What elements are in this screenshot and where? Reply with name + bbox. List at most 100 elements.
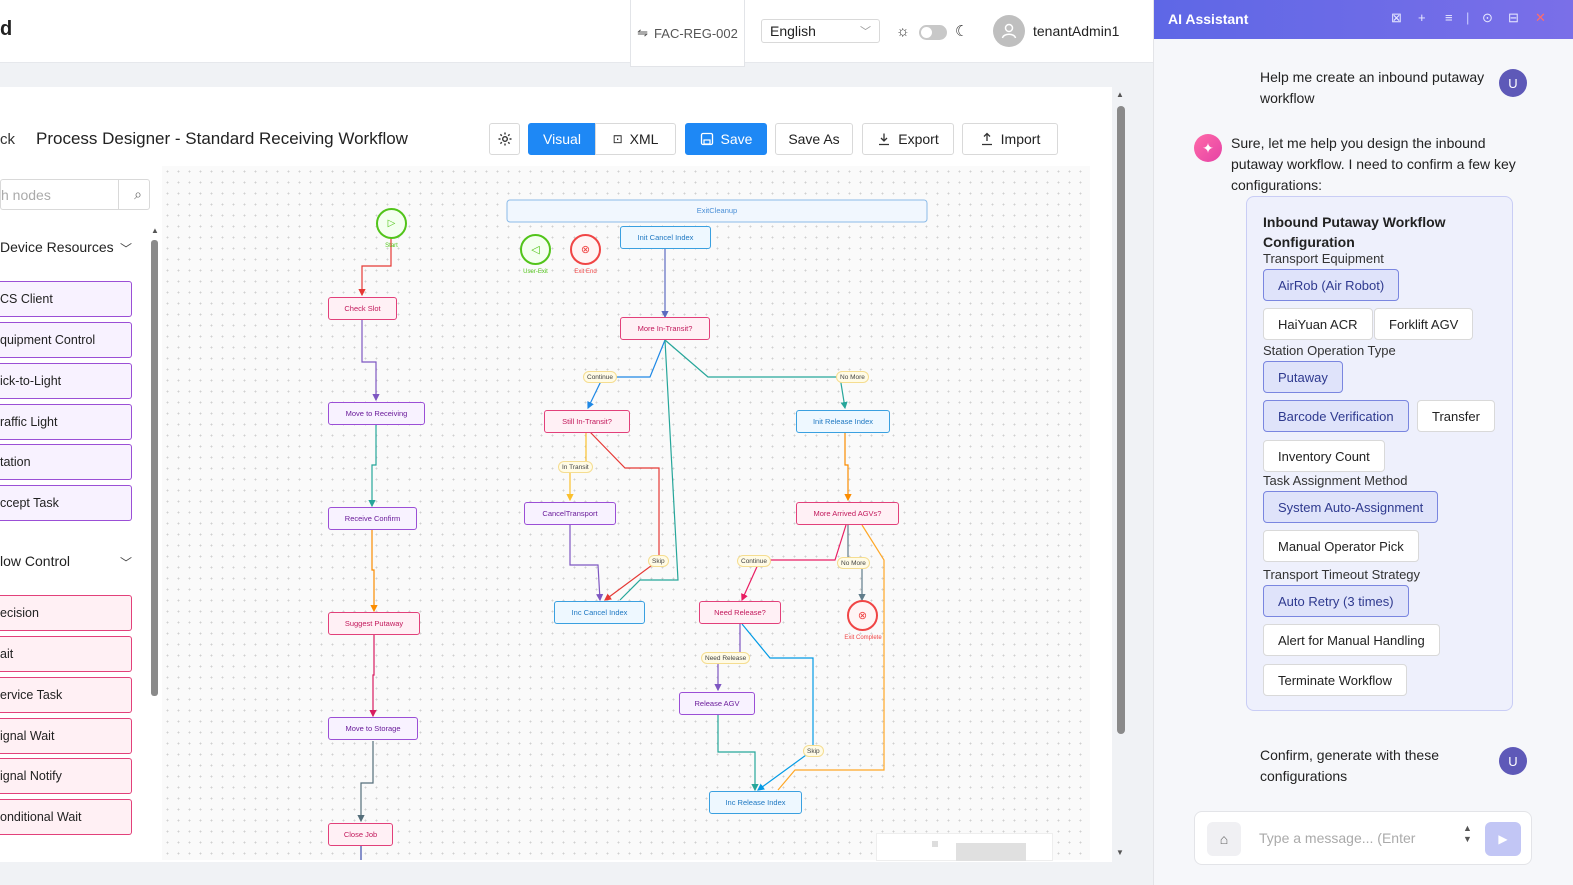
search-placeholder: h nodes — [1, 187, 51, 203]
flow-node[interactable]: Inc Cancel Index — [554, 601, 645, 624]
send-button[interactable]: ▶ — [1485, 822, 1521, 856]
facility-selector[interactable]: ⇋ FAC-REG-002 — [630, 0, 745, 67]
menu-icon[interactable]: ≡ — [1445, 10, 1453, 25]
download-icon — [879, 133, 890, 146]
flow-node[interactable]: More In-Transit? — [620, 317, 710, 340]
section-device-resources[interactable]: Device Resources — [0, 239, 114, 255]
palette-scrollbar[interactable]: ▲ — [150, 226, 159, 856]
start-node-label: Start — [385, 243, 398, 249]
send-icon: ▶ — [1498, 832, 1508, 846]
edge-label: No More — [837, 557, 870, 569]
flow-node[interactable]: Move to Storage — [328, 717, 418, 740]
flow-node[interactable]: Init Cancel Index — [620, 226, 711, 249]
flow-canvas[interactable] — [162, 166, 1090, 860]
resize-stepper[interactable]: ▲ ▼ — [1463, 823, 1472, 845]
user-message: Help me create an inbound putaway workfl… — [1260, 69, 1485, 106]
palette-item[interactable]: ecision — [0, 595, 132, 631]
palette-item[interactable]: ignal Wait — [0, 718, 132, 754]
save-button[interactable]: Save — [685, 123, 767, 155]
flow-node[interactable]: Release AGV — [679, 692, 755, 715]
back-button[interactable]: ck — [0, 131, 15, 148]
save-as-label: Save As — [788, 131, 840, 147]
exit-complete-node[interactable]: ⊗ — [847, 600, 878, 631]
start-node[interactable]: ▷ — [376, 208, 407, 239]
section-flow-control[interactable]: low Control — [0, 553, 70, 569]
palette-item[interactable]: CS Client — [0, 281, 132, 317]
minimap[interactable] — [876, 833, 1053, 861]
flow-node[interactable]: Still In-Transit? — [544, 410, 630, 433]
palette-item[interactable]: ccept Task — [0, 485, 132, 521]
option-putaway[interactable]: Putaway — [1263, 361, 1343, 393]
palette-item[interactable]: ick-to-Light — [0, 363, 132, 399]
flow-node[interactable]: Check Slot — [328, 297, 397, 320]
facility-code: FAC-REG-002 — [654, 25, 738, 41]
switch-icon: ⇋ — [637, 25, 649, 40]
pin-icon[interactable]: ⊙ — [1482, 10, 1493, 26]
language-select[interactable]: English ﹀ — [761, 19, 880, 43]
close-circle-icon: ⊗ — [857, 610, 868, 622]
palette-item[interactable]: ait — [0, 636, 132, 672]
group-label: Transport Timeout Strategy — [1263, 567, 1421, 582]
flow-node[interactable]: Close Job — [328, 823, 393, 846]
palette-item[interactable]: quipment Control — [0, 322, 132, 358]
attach-button[interactable]: ⌂ — [1207, 822, 1241, 856]
chevron-down-icon[interactable]: ﹀ — [120, 240, 132, 257]
user-avatar[interactable] — [993, 15, 1025, 47]
flow-node[interactable]: Need Release? — [699, 601, 781, 624]
message-input[interactable]: Type a message... (Enter — [1259, 830, 1454, 850]
option-haiyuan[interactable]: HaiYuan ACR — [1263, 308, 1373, 340]
option-forklift[interactable]: Forklift AGV — [1374, 308, 1474, 340]
option-airrob[interactable]: AirRob (Air Robot) — [1263, 269, 1400, 301]
palette-item[interactable]: ervice Task — [0, 677, 132, 713]
option-transfer[interactable]: Transfer — [1417, 400, 1495, 432]
palette-item[interactable]: raffic Light — [0, 404, 132, 440]
message-composer: ⌂ Type a message... (Enter ▲ ▼ ▶ — [1194, 811, 1532, 865]
exit-cleanup-label: ExitCleanup — [696, 206, 738, 215]
flow-node[interactable]: Init Release Index — [796, 410, 890, 433]
microphone-icon: ⌂ — [1219, 831, 1229, 847]
flow-node[interactable]: More Arrived AGVs? — [796, 502, 899, 525]
palette-item[interactable]: tation — [0, 444, 132, 480]
option-auto-assign[interactable]: System Auto-Assignment — [1263, 491, 1439, 523]
settings-button[interactable] — [489, 123, 520, 155]
node-search-input[interactable]: h nodes ⌕ — [0, 179, 150, 210]
save-icon — [700, 132, 713, 146]
edge-label: Continue — [583, 371, 618, 383]
gear-icon — [498, 132, 511, 146]
flow-node[interactable]: Inc Release Index — [709, 791, 802, 814]
option-alert[interactable]: Alert for Manual Handling — [1263, 624, 1440, 656]
minimize-icon[interactable]: ⊠ — [1391, 10, 1402, 26]
option-terminate[interactable]: Terminate Workflow — [1263, 664, 1407, 696]
search-icon[interactable]: ⌕ — [134, 186, 142, 203]
plus-icon[interactable]: + — [1418, 10, 1426, 25]
expand-icon[interactable]: ⊟ — [1508, 10, 1519, 26]
save-as-button[interactable]: Save As — [775, 123, 853, 155]
chevron-down-icon[interactable]: ﹀ — [120, 554, 132, 571]
play-icon: ▷ — [387, 218, 396, 229]
flow-node[interactable]: CancelTransport — [524, 502, 616, 525]
theme-toggle[interactable] — [919, 25, 947, 40]
ai-assistant-panel: AI Assistant ⊠ + ≡ | ⊙ ⊟ ✕ Help me creat… — [1153, 0, 1573, 885]
import-button[interactable]: Import — [962, 123, 1058, 155]
canvas-scrollbar[interactable]: ▲ ▼ — [1116, 90, 1126, 860]
flow-node[interactable]: Move to Receiving — [328, 402, 425, 425]
exit-end-node[interactable]: ⊗ — [570, 234, 601, 265]
option-auto-retry[interactable]: Auto Retry (3 times) — [1263, 585, 1409, 617]
option-manual-pick[interactable]: Manual Operator Pick — [1263, 530, 1419, 562]
config-title: Inbound Putaway Workflow Configuration — [1263, 214, 1446, 250]
tab-visual[interactable]: Visual — [528, 123, 596, 155]
code-icon: ⊡ — [612, 132, 623, 146]
palette-item[interactable]: ignal Notify — [0, 758, 132, 794]
close-icon[interactable]: ✕ — [1535, 10, 1546, 26]
option-barcode[interactable]: Barcode Verification — [1263, 400, 1409, 432]
username[interactable]: tenantAdmin1 — [1033, 23, 1119, 39]
user-exit-node[interactable]: ◁ — [520, 234, 551, 265]
option-inventory[interactable]: Inventory Count — [1263, 440, 1385, 472]
flow-node[interactable]: Suggest Putaway — [328, 612, 420, 635]
tab-xml[interactable]: ⊡ XML — [595, 123, 676, 155]
assistant-message: Sure, let me help you design the inbound… — [1231, 135, 1516, 193]
config-card: Inbound Putaway Workflow Configuration T… — [1246, 196, 1513, 711]
export-button[interactable]: Export — [862, 123, 954, 155]
flow-node[interactable]: Receive Confirm — [328, 507, 417, 530]
palette-item[interactable]: onditional Wait — [0, 799, 132, 835]
